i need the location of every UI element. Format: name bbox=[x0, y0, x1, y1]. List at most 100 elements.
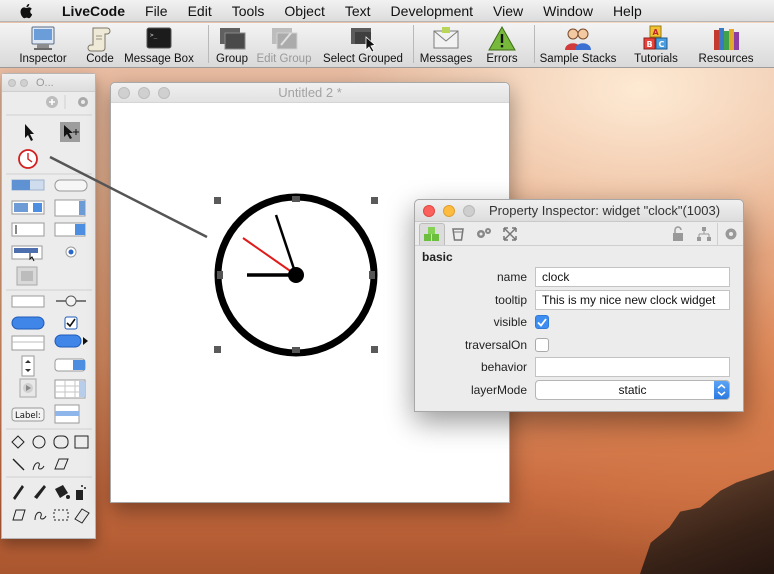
group-button[interactable]: Group bbox=[213, 22, 251, 67]
combo-box-icon[interactable] bbox=[54, 222, 86, 237]
popup-button-icon[interactable] bbox=[54, 334, 88, 348]
gear-icon[interactable] bbox=[78, 97, 88, 107]
inspector-gear-button[interactable] bbox=[717, 222, 743, 245]
books-icon bbox=[714, 28, 739, 50]
code-scroll-icon bbox=[87, 27, 111, 52]
table-icon[interactable] bbox=[54, 379, 86, 399]
abc-blocks-icon: A B C bbox=[643, 25, 668, 50]
inspector-minimize-button[interactable] bbox=[443, 204, 455, 217]
name-field[interactable]: clock bbox=[535, 267, 730, 288]
inspector-close-button[interactable] bbox=[423, 204, 435, 217]
palette-titlebar[interactable]: O... bbox=[2, 74, 95, 92]
line-tool-icon[interactable] bbox=[12, 458, 25, 471]
checkbox-icon[interactable] bbox=[64, 316, 78, 330]
inspector-tabs bbox=[415, 222, 743, 246]
row-name: name clock bbox=[415, 266, 743, 289]
list-field-icon[interactable] bbox=[54, 404, 80, 424]
stack-window-titlebar[interactable]: Untitled 2 * bbox=[111, 83, 509, 103]
traversal-checkbox[interactable] bbox=[535, 337, 549, 352]
dropdown-list-icon[interactable] bbox=[54, 358, 86, 372]
inspector-title: Property Inspector: widget "clock"(1003) bbox=[489, 203, 721, 218]
menu-button-icon[interactable] bbox=[11, 245, 43, 262]
spray-icon[interactable] bbox=[76, 485, 86, 500]
hierarchy-button[interactable] bbox=[691, 223, 717, 245]
bucket-tab-icon bbox=[452, 227, 464, 241]
tab-basic[interactable] bbox=[419, 222, 445, 245]
browse-arrow-icon[interactable] bbox=[25, 124, 34, 141]
menu-object[interactable]: Object bbox=[274, 0, 334, 22]
curve-tool-icon[interactable] bbox=[32, 462, 45, 471]
tab-geometry[interactable] bbox=[497, 223, 523, 245]
clock-widget-icon[interactable] bbox=[18, 149, 38, 169]
stepper-field-icon[interactable] bbox=[54, 199, 86, 217]
resources-button[interactable]: Resources bbox=[695, 22, 757, 67]
rounded-rect-icon[interactable] bbox=[53, 435, 69, 449]
expand-arrows-icon bbox=[503, 226, 517, 241]
code-button[interactable]: Code bbox=[86, 22, 114, 67]
window-zoom-button[interactable] bbox=[158, 86, 170, 99]
add-icon[interactable] bbox=[46, 96, 58, 108]
tooltip-field[interactable]: This is my nice new clock widget bbox=[535, 289, 730, 310]
menu-help[interactable]: Help bbox=[603, 0, 652, 22]
apple-icon[interactable] bbox=[18, 2, 36, 20]
lock-button[interactable] bbox=[665, 223, 691, 245]
polygon-tool-icon[interactable] bbox=[54, 458, 69, 470]
inspector-zoom-button[interactable] bbox=[463, 204, 475, 217]
diamond-shape-icon[interactable] bbox=[11, 435, 25, 449]
tab-panel-icon[interactable] bbox=[11, 335, 45, 351]
menu-view[interactable]: View bbox=[483, 0, 533, 22]
menu-text[interactable]: Text bbox=[335, 0, 381, 22]
scrollbar-icon[interactable] bbox=[21, 355, 35, 377]
progress-bar-icon[interactable] bbox=[11, 179, 45, 191]
default-button-icon[interactable] bbox=[11, 316, 45, 330]
rounded-button-icon[interactable] bbox=[54, 179, 88, 192]
pencil-icon[interactable] bbox=[13, 485, 24, 500]
menu-tools[interactable]: Tools bbox=[222, 0, 275, 22]
name-label: name bbox=[496, 270, 527, 285]
pointer-tool-icon[interactable] bbox=[60, 122, 80, 142]
slider-icon[interactable] bbox=[56, 295, 86, 307]
window-close-button[interactable] bbox=[118, 86, 130, 99]
rectangle-icon[interactable] bbox=[74, 435, 89, 449]
menu-development[interactable]: Development bbox=[381, 0, 484, 22]
marquee-select-icon[interactable] bbox=[53, 509, 69, 521]
edit-group-button[interactable]: Edit Group bbox=[251, 22, 317, 67]
behavior-field[interactable] bbox=[535, 357, 730, 378]
message-box-button[interactable]: >_ Message Box bbox=[114, 22, 204, 67]
window-minimize-button[interactable] bbox=[138, 86, 150, 99]
inspector-button[interactable]: Inspector bbox=[0, 22, 86, 67]
menu-window[interactable]: Window bbox=[533, 0, 603, 22]
tab-settings[interactable] bbox=[471, 223, 497, 245]
inspector-titlebar[interactable]: Property Inspector: widget "clock"(1003) bbox=[415, 200, 743, 222]
tutorials-button[interactable]: A B C Tutorials bbox=[617, 22, 695, 67]
row-behavior: behavior bbox=[415, 356, 743, 379]
eraser-icon[interactable] bbox=[74, 508, 90, 524]
freehand-select-icon[interactable] bbox=[12, 509, 26, 521]
player-icon[interactable] bbox=[19, 378, 37, 398]
menu-file[interactable]: File bbox=[135, 0, 178, 22]
messages-button[interactable]: Messages bbox=[418, 22, 474, 67]
menu-app-livecode[interactable]: LiveCode bbox=[52, 0, 135, 22]
layermode-select[interactable]: static bbox=[535, 379, 730, 400]
select-grouped-icon bbox=[351, 28, 376, 52]
visible-checkbox[interactable] bbox=[535, 315, 549, 330]
bucket-icon[interactable] bbox=[55, 485, 70, 499]
field-icon[interactable] bbox=[11, 295, 45, 308]
sample-stacks-button[interactable]: Sample Stacks bbox=[539, 22, 617, 67]
oval-shape-icon[interactable] bbox=[32, 435, 46, 449]
menu-edit[interactable]: Edit bbox=[178, 0, 222, 22]
image-icon[interactable] bbox=[16, 266, 38, 286]
palette-minimize-button[interactable] bbox=[20, 78, 28, 87]
select-grouped-button[interactable]: Select Grouped bbox=[317, 22, 409, 67]
label-field-icon[interactable]: Label: bbox=[11, 407, 45, 422]
stack-window-title: Untitled 2 * bbox=[278, 85, 342, 100]
option-menu-icon[interactable] bbox=[11, 200, 45, 215]
tab-contents[interactable] bbox=[445, 223, 471, 245]
lasso-icon[interactable] bbox=[34, 511, 47, 521]
text-field-icon[interactable] bbox=[11, 222, 45, 237]
brush-icon[interactable] bbox=[34, 485, 46, 499]
errors-button[interactable]: Errors bbox=[474, 22, 530, 67]
palette-close-button[interactable] bbox=[8, 78, 16, 87]
resources-label: Resources bbox=[698, 53, 754, 65]
radio-button-icon[interactable] bbox=[65, 246, 77, 258]
